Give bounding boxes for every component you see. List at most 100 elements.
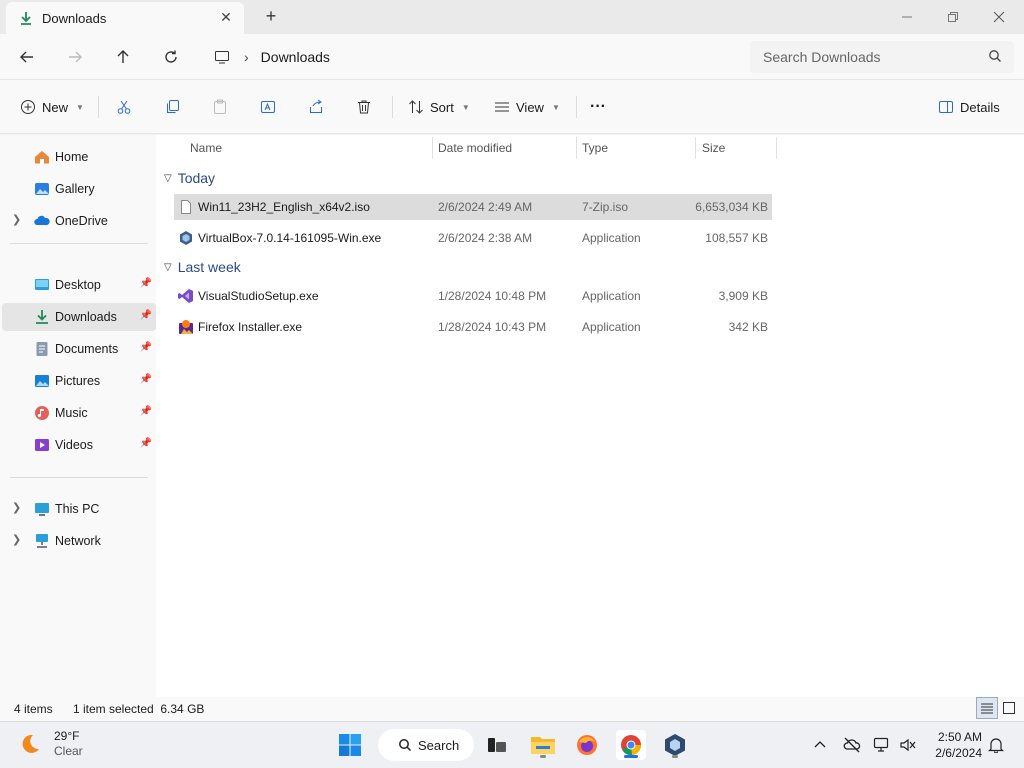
running-indicator [540, 755, 546, 758]
pin-icon[interactable]: 📌 [140, 310, 152, 321]
maximize-button[interactable] [930, 4, 976, 30]
task-view-button[interactable] [482, 730, 512, 760]
gallery-icon [35, 183, 49, 195]
new-tab-button[interactable]: + [262, 6, 280, 26]
notifications-button[interactable] [986, 735, 1006, 755]
minimize-button[interactable] [884, 4, 930, 30]
chevron-down-icon: ▽ [164, 172, 172, 184]
forward-button[interactable] [61, 43, 89, 71]
pin-icon[interactable]: 📌 [140, 438, 152, 449]
pin-icon[interactable]: 📌 [140, 342, 152, 353]
pin-icon[interactable]: 📌 [140, 374, 152, 385]
group-header-today[interactable]: ▽ Today [164, 170, 215, 186]
copy-button[interactable] [164, 94, 180, 120]
sidebar-item-network[interactable]: ❯ Network [2, 527, 156, 555]
chevron-right-icon[interactable]: ❯ [12, 213, 21, 226]
title-bar: Downloads ✕ + [0, 0, 1024, 34]
sidebar-item-label: OneDrive [55, 214, 108, 228]
moon-icon [22, 734, 39, 753]
chrome-taskbar-button[interactable] [616, 730, 646, 760]
sidebar-item-onedrive[interactable]: ❯ OneDrive [2, 207, 156, 235]
search-input[interactable]: Search Downloads [750, 41, 1014, 73]
sidebar-item-pictures[interactable]: Pictures 📌 [2, 367, 156, 395]
table-row[interactable]: VirtualBox-7.0.14-161095-Win.exe 2/6/202… [174, 225, 772, 251]
windows-logo-icon [339, 734, 361, 756]
more-options-button[interactable]: ··· [590, 94, 606, 120]
file-list: Name Date modified Type Size ▽ Today Win… [156, 135, 1024, 697]
view-button[interactable]: View ▼ [494, 94, 560, 120]
file-size: 342 KB [728, 320, 768, 334]
taskbar-search[interactable]: Search [378, 729, 474, 761]
pin-icon[interactable]: 📌 [140, 406, 152, 417]
onedrive-tray-button[interactable] [842, 735, 862, 755]
task-view-icon [488, 738, 506, 752]
sidebar-item-desktop[interactable]: Desktop 📌 [2, 271, 156, 299]
sidebar-item-this-pc[interactable]: ❯ This PC [2, 495, 156, 523]
breadcrumb-separator: › [244, 49, 249, 65]
table-row[interactable]: Win11_23H2_English_x64v2.iso 2/6/2024 2:… [174, 194, 772, 220]
firefox-icon [577, 735, 597, 755]
virtualbox-taskbar-button[interactable] [660, 730, 690, 760]
breadcrumb-location[interactable]: Downloads [261, 49, 330, 65]
column-header-name[interactable]: Name [184, 135, 432, 161]
close-window-button[interactable] [976, 4, 1022, 30]
details-pane-button[interactable]: Details [938, 94, 1000, 120]
details-view-toggle[interactable] [976, 697, 998, 719]
share-button[interactable] [308, 94, 324, 120]
start-button[interactable] [335, 730, 365, 760]
chevron-down-icon: ▼ [76, 102, 84, 112]
refresh-button[interactable] [157, 43, 185, 71]
tiles-view-toggle[interactable] [998, 697, 1020, 719]
table-row[interactable]: Firefox Installer.exe 1/28/2024 10:43 PM… [174, 314, 772, 340]
view-list-icon [495, 102, 509, 112]
column-divider[interactable] [776, 137, 777, 159]
column-header-date[interactable]: Date modified [432, 135, 576, 161]
taskbar: 29°F Clear Search 2:50 AM 2/6/2024 [0, 721, 1024, 768]
restore-icon [948, 12, 958, 22]
paste-button[interactable] [212, 94, 228, 120]
firefox-taskbar-button[interactable] [572, 730, 602, 760]
column-header-type[interactable]: Type [576, 135, 695, 161]
delete-button[interactable] [356, 94, 372, 120]
sort-button[interactable]: Sort ▼ [408, 94, 470, 120]
chevron-down-icon: ▼ [551, 102, 560, 112]
volume-tray-button[interactable] [898, 735, 918, 755]
home-icon [35, 151, 49, 164]
back-button[interactable] [13, 43, 41, 71]
file-explorer-taskbar-button[interactable] [528, 730, 558, 760]
group-header-last-week[interactable]: ▽ Last week [164, 259, 241, 275]
file-date: 1/28/2024 10:48 PM [438, 289, 547, 303]
sort-label: Sort [430, 99, 454, 115]
show-hidden-icons-button[interactable] [810, 735, 830, 755]
sidebar-item-videos[interactable]: Videos 📌 [2, 431, 156, 459]
sidebar-item-documents[interactable]: Documents 📌 [2, 335, 156, 363]
pictures-icon [35, 375, 49, 387]
details-pane-icon [939, 101, 953, 113]
chevron-right-icon[interactable]: ❯ [12, 533, 21, 546]
file-date: 2/6/2024 2:38 AM [438, 231, 533, 245]
up-button[interactable] [109, 43, 137, 71]
table-row[interactable]: VisualStudioSetup.exe 1/28/2024 10:48 PM… [174, 283, 772, 309]
divider [10, 243, 148, 244]
sidebar-item-downloads[interactable]: Downloads 📌 [2, 303, 156, 331]
weather-widget[interactable]: 29°F Clear [18, 729, 83, 759]
breadcrumb[interactable]: › Downloads [200, 41, 738, 73]
tab-close-icon[interactable]: ✕ [218, 9, 234, 25]
pin-icon[interactable]: 📌 [140, 278, 152, 289]
arrow-up-icon [117, 50, 129, 63]
weather-temperature: 29°F [54, 729, 80, 743]
sidebar-item-music[interactable]: Music 📌 [2, 399, 156, 427]
new-button[interactable]: New ▼ [20, 94, 84, 120]
sidebar-item-home[interactable]: Home [2, 143, 156, 171]
monitor-network-icon [873, 737, 889, 752]
column-header-size[interactable]: Size [696, 135, 776, 161]
sidebar-item-gallery[interactable]: Gallery [2, 175, 156, 203]
rename-button[interactable] [260, 94, 276, 120]
tab-downloads[interactable]: Downloads ✕ [6, 2, 244, 34]
network-tray-button[interactable] [872, 735, 892, 755]
chevron-right-icon[interactable]: ❯ [12, 501, 21, 514]
arrow-left-icon [20, 51, 33, 63]
cut-button[interactable] [116, 94, 132, 120]
divider [10, 477, 148, 478]
system-clock[interactable]: 2:50 AM 2/6/2024 [926, 729, 982, 761]
